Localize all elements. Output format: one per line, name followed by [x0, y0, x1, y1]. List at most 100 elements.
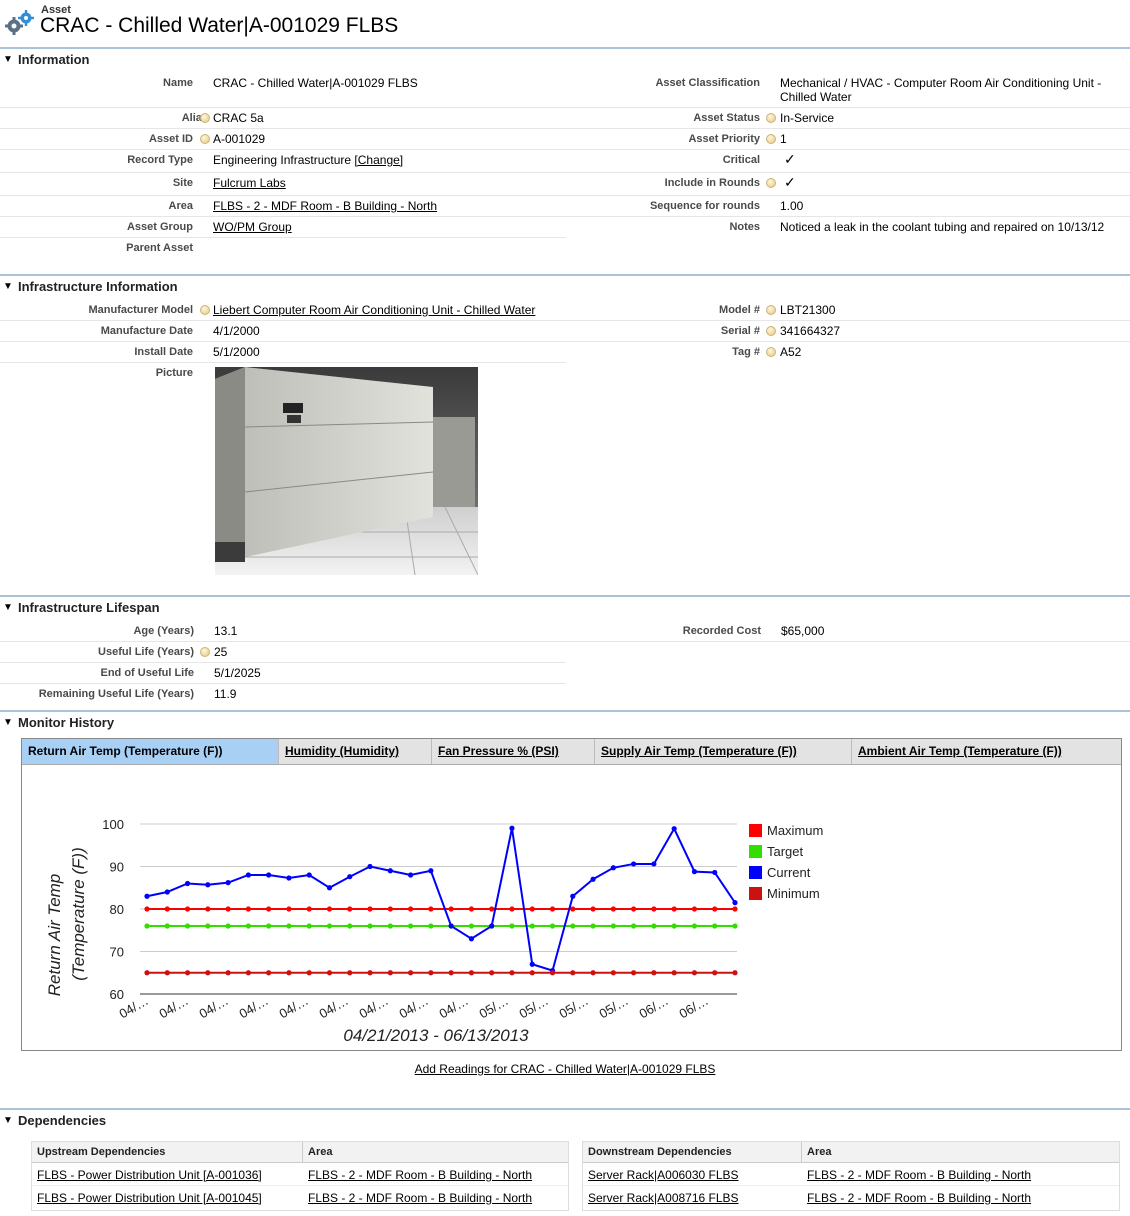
collapse-triangle-icon[interactable]: ▼	[3, 1115, 13, 1126]
field-value-asset-id: A-001029	[213, 132, 266, 146]
tab-label: Return Air Temp (Temperature (F))	[28, 744, 223, 758]
help-icon[interactable]	[766, 347, 776, 357]
field-row-critical: Critical ✓	[566, 150, 1130, 173]
upstream-dependency-link[interactable]: FLBS - Power Distribution Unit [A-001036…	[37, 1168, 262, 1182]
change-record-type-link[interactable]: [Change]	[354, 153, 403, 167]
field-label-asset-group: Asset Group	[126, 221, 193, 233]
data-point	[286, 970, 292, 976]
field-label-site: Site	[172, 177, 193, 189]
data-point	[590, 876, 596, 882]
help-icon[interactable]	[200, 134, 210, 144]
tab-label: Supply Air Temp (Temperature (F))	[601, 744, 797, 758]
data-point	[326, 923, 333, 929]
section-title: Dependencies	[18, 1113, 107, 1128]
downstream-dependency-link[interactable]: Server Rack|A008716 FLBS	[588, 1191, 739, 1205]
section-header-lifespan[interactable]: ▼ Infrastructure Lifespan	[0, 595, 1130, 617]
data-point	[184, 906, 191, 912]
data-point	[549, 906, 556, 912]
data-point	[428, 868, 434, 874]
legend-swatch	[749, 887, 762, 900]
table-row: Server Rack|A006030 FLBS FLBS - 2 - MDF …	[583, 1163, 1119, 1186]
field-label-asset-id: Asset ID	[148, 133, 193, 145]
y-tick-label: 90	[110, 860, 124, 875]
data-point	[407, 906, 414, 912]
collapse-triangle-icon[interactable]: ▼	[3, 602, 13, 613]
table-row: FLBS - Power Distribution Unit [A-001045…	[32, 1186, 568, 1209]
data-point	[529, 970, 535, 976]
help-icon[interactable]	[766, 134, 776, 144]
collapse-triangle-icon[interactable]: ▼	[3, 281, 13, 292]
field-row-asset-group: Asset Group WO/PM Group	[0, 217, 566, 238]
data-point	[570, 893, 576, 899]
tab-fan-pressure[interactable]: Fan Pressure % (PSI)	[432, 739, 595, 764]
area-link[interactable]: FLBS - 2 - MDF Room - B Building - North	[213, 199, 437, 213]
data-point	[205, 970, 211, 976]
data-point	[631, 906, 637, 912]
field-label-area: Area	[168, 200, 193, 212]
data-point	[266, 970, 272, 976]
field-label-sequence: Sequence for rounds	[649, 200, 760, 212]
field-value-notes: Noticed a leak in the coolant tubing and…	[780, 220, 1105, 234]
field-label-record-type: Record Type	[127, 154, 193, 166]
tab-humidity[interactable]: Humidity (Humidity)	[279, 739, 432, 764]
tab-return-air-temp[interactable]: Return Air Temp (Temperature (F))	[22, 739, 279, 764]
legend-label: Target	[767, 844, 804, 859]
data-point	[205, 906, 211, 912]
section-title: Infrastructure Lifespan	[18, 600, 160, 615]
collapse-triangle-icon[interactable]: ▼	[3, 54, 13, 65]
site-link[interactable]: Fulcrum Labs	[213, 176, 286, 190]
help-icon[interactable]	[766, 113, 776, 123]
upstream-area-link[interactable]: FLBS - 2 - MDF Room - B Building - North	[308, 1191, 532, 1205]
field-row-install-date: Install Date 5/1/2000	[0, 342, 566, 363]
add-readings-link[interactable]: Add Readings for CRAC - Chilled Water|A-…	[415, 1062, 716, 1076]
field-row-asset-classification: Asset Classification Mechanical / HVAC -…	[566, 72, 1130, 108]
page-title: CRAC - Chilled Water|A-001029 FLBS	[40, 14, 399, 37]
help-icon[interactable]	[200, 113, 210, 123]
help-icon[interactable]	[766, 326, 776, 336]
upstream-area-link[interactable]: FLBS - 2 - MDF Room - B Building - North	[308, 1168, 532, 1182]
data-point	[468, 936, 475, 942]
page-header: Asset CRAC - Chilled Water|A-001029 FLBS	[0, 0, 1130, 42]
asset-group-link[interactable]: WO/PM Group	[213, 220, 292, 234]
field-label-end-of-useful-life: End of Useful Life	[100, 667, 195, 679]
help-icon[interactable]	[200, 305, 210, 315]
record-type-text: Engineering Infrastructure	[213, 153, 352, 167]
data-point	[651, 906, 657, 912]
data-point	[245, 970, 251, 976]
y-tick-label: 80	[110, 902, 124, 917]
downstream-area-link[interactable]: FLBS - 2 - MDF Room - B Building - North	[807, 1191, 1031, 1205]
data-point	[610, 923, 616, 929]
data-point	[306, 872, 312, 878]
help-icon[interactable]	[200, 647, 210, 657]
data-point	[651, 923, 657, 929]
data-point	[164, 970, 170, 976]
section-header-monitor-history[interactable]: ▼ Monitor History	[0, 710, 1130, 732]
data-point	[387, 970, 393, 976]
help-icon[interactable]	[766, 178, 776, 188]
field-value-remaining-useful-life: 11.9	[214, 687, 237, 701]
data-point	[428, 970, 434, 976]
tab-ambient-air-temp[interactable]: Ambient Air Temp (Temperature (F))	[852, 739, 1121, 764]
x-tick-label: 04/…	[357, 993, 391, 1022]
upstream-dependency-link[interactable]: FLBS - Power Distribution Unit [A-001045…	[37, 1191, 262, 1205]
table-row: FLBS - Power Distribution Unit [A-001036…	[32, 1163, 568, 1186]
field-label-picture: Picture	[155, 367, 193, 379]
tab-supply-air-temp[interactable]: Supply Air Temp (Temperature (F))	[595, 739, 852, 764]
help-icon[interactable]	[766, 305, 776, 315]
data-point	[651, 861, 657, 867]
field-value-recorded-cost: $65,000	[781, 624, 825, 638]
section-header-infrastructure[interactable]: ▼ Infrastructure Information	[0, 274, 1130, 296]
manufacturer-model-link[interactable]: Liebert Computer Room Air Conditioning U…	[213, 303, 535, 317]
legend-swatch	[749, 824, 762, 837]
collapse-triangle-icon[interactable]: ▼	[3, 717, 13, 728]
section-title: Information	[18, 52, 90, 67]
downstream-dependency-link[interactable]: Server Rack|A006030 FLBS	[588, 1168, 739, 1182]
downstream-area-link[interactable]: FLBS - 2 - MDF Room - B Building - North	[807, 1168, 1031, 1182]
data-point	[610, 865, 616, 871]
section-header-dependencies[interactable]: ▼ Dependencies	[0, 1108, 1130, 1130]
field-label-recorded-cost: Recorded Cost	[682, 625, 761, 637]
data-point	[671, 906, 677, 912]
data-point	[631, 923, 637, 929]
field-label-age: Age (Years)	[133, 625, 194, 637]
section-header-information[interactable]: ▼ Information	[0, 47, 1130, 69]
